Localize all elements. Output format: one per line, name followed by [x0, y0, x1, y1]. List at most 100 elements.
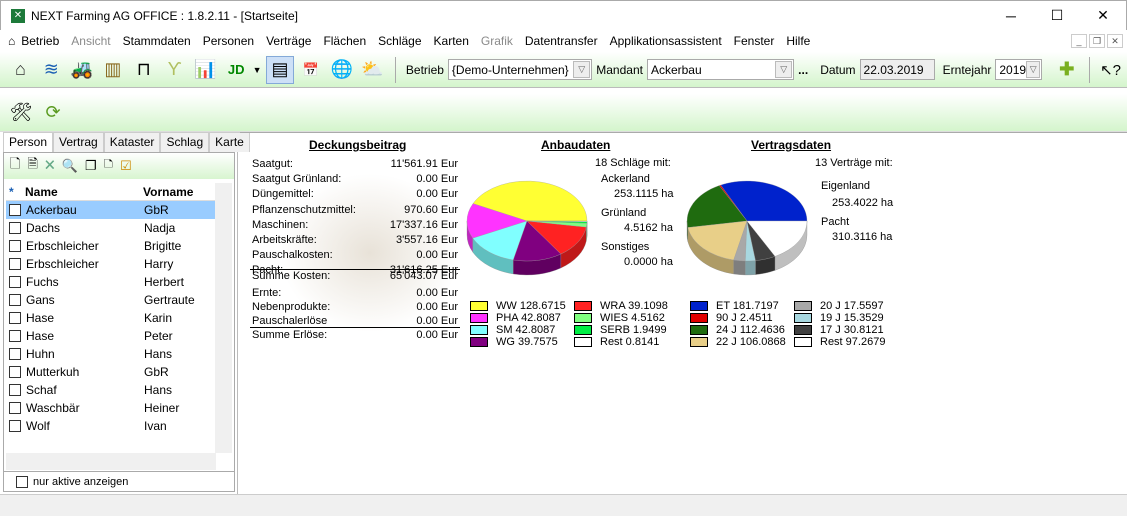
table-row[interactable]: Erbschleicher Harry [6, 255, 232, 273]
anbaudaten-pie-chart [466, 180, 588, 276]
tab-vertrag[interactable]: Vertrag [53, 132, 104, 152]
tools-icon[interactable]: 🛠 [6, 99, 36, 127]
wheat-icon[interactable]: ϒ [160, 56, 189, 84]
row-checkbox[interactable] [9, 420, 21, 432]
new-icon[interactable]: 🗋 [10, 155, 20, 177]
row-checkbox[interactable] [9, 330, 21, 342]
chevron-down-icon[interactable]: ▽ [775, 61, 793, 78]
table-row[interactable]: Dachs Nadja [6, 219, 232, 237]
pallet-icon[interactable]: ⊓ [129, 56, 158, 84]
more-button[interactable]: ... [798, 63, 808, 77]
menu-hilfe[interactable]: Hilfe [780, 34, 816, 48]
menu-applikationsassistent[interactable]: Applikationsassistent [604, 34, 728, 48]
row-checkbox[interactable] [9, 294, 21, 306]
menu-bar: ⌂ Betrieb Ansicht Stammdaten Personen Verträ… [0, 30, 1127, 52]
mdi-minimize[interactable]: _ [1071, 34, 1087, 48]
charts-icon[interactable]: 📊 [191, 56, 220, 84]
refresh-icon[interactable]: ⟳ [38, 99, 68, 127]
row-checkbox[interactable] [9, 348, 21, 360]
active-only-checkbox[interactable] [16, 475, 28, 488]
table-row[interactable]: Hase Karin [6, 309, 232, 327]
book-icon[interactable]: ▤ [265, 55, 295, 84]
menu-grafik[interactable]: Grafik [475, 34, 519, 48]
legend-swatch [470, 313, 488, 323]
row-checkbox[interactable] [9, 366, 21, 378]
mdi-close[interactable]: ✕ [1107, 34, 1123, 48]
row-checkbox[interactable] [9, 312, 21, 324]
layers-icon[interactable]: ≋ [37, 56, 66, 84]
tab-person[interactable]: Person [3, 132, 54, 153]
tab-schlag[interactable]: Schlag [160, 132, 210, 152]
chevron-down-icon[interactable]: ▽ [573, 61, 591, 78]
maximize-button[interactable]: ☐ [1034, 7, 1080, 24]
chevron-down-icon[interactable]: ▽ [1026, 61, 1041, 78]
menu-flächen[interactable]: Flächen [317, 34, 372, 48]
table-row[interactable]: Huhn Hans [6, 345, 232, 363]
table-row[interactable]: Erbschleicher Brigitte [6, 237, 232, 255]
menu-personen[interactable]: Personen [197, 34, 260, 48]
row-checkbox[interactable] [9, 222, 21, 234]
datum-field[interactable]: 22.03.2019 [859, 59, 935, 80]
table-row[interactable]: Schaf Hans [6, 381, 232, 399]
betrieb-select[interactable]: {Demo-Unternehmen} ▽ [447, 59, 593, 80]
menu-schläge[interactable]: Schläge [372, 34, 427, 48]
legend-item: 19 J 15.3529 [794, 312, 884, 324]
menu-karten[interactable]: Karten [428, 34, 475, 48]
checklist-icon[interactable]: ☑ [120, 158, 132, 174]
dropdown-arrow-icon[interactable]: ▼ [253, 65, 262, 75]
globe-icon[interactable]: 🌐 [327, 56, 356, 84]
menu-betrieb[interactable]: Betrieb [15, 34, 65, 48]
tractor-icon[interactable]: 🚜 [68, 56, 97, 84]
close-button[interactable]: ✕ [1080, 7, 1126, 24]
cell-name: Schaf [26, 383, 57, 397]
vertical-scrollbar[interactable] [215, 183, 232, 453]
row-checkbox[interactable] [9, 384, 21, 396]
table-row[interactable]: Wolf Ivan [6, 417, 232, 435]
weather-icon[interactable]: ⛅ [358, 56, 387, 84]
menu-ansicht[interactable]: Ansicht [65, 34, 116, 48]
menu-datentransfer[interactable]: Datentransfer [519, 34, 604, 48]
column-header-name[interactable]: Name [25, 185, 143, 199]
home-icon[interactable]: ⌂ [6, 56, 35, 84]
erntejahr-select[interactable]: 2019 ▽ [995, 59, 1043, 80]
value: 0.00 Eur [416, 287, 458, 299]
storage-icon[interactable]: ▥ [98, 56, 127, 84]
search-icon[interactable]: 🔍 [62, 158, 78, 174]
table-row[interactable]: Ackerbau GbR [6, 201, 215, 219]
column-header-vorname[interactable]: Vorname [143, 185, 193, 199]
table-row[interactable]: Mutterkuh GbR [6, 363, 232, 381]
copy-icon[interactable]: ❐ [85, 158, 97, 174]
table-row[interactable]: Waschbär Heiner [6, 399, 232, 417]
delete-icon[interactable]: 🗙 [45, 155, 55, 177]
row-checkbox[interactable] [9, 240, 21, 252]
table-row[interactable]: Fuchs Herbert [6, 273, 232, 291]
help-cursor-icon[interactable]: ↖? [1096, 56, 1125, 84]
menu-verträge[interactable]: Verträge [260, 34, 317, 48]
row-checkbox[interactable] [9, 402, 21, 414]
row-checkbox[interactable] [9, 276, 21, 288]
mandant-label: Mandant [596, 62, 643, 77]
menu-stammdaten[interactable]: Stammdaten [117, 34, 197, 48]
mandant-select[interactable]: Ackerbau ▽ [646, 59, 795, 80]
horizontal-scrollbar[interactable] [6, 453, 216, 470]
row-checkbox[interactable] [9, 258, 21, 270]
jd-icon[interactable]: JD [222, 56, 251, 84]
table-row[interactable]: Hase Peter [6, 327, 232, 345]
add-icon[interactable]: ✚ [1052, 56, 1081, 84]
home-icon[interactable]: ⌂ [8, 34, 15, 48]
cell-vorname: Brigitte [144, 239, 182, 253]
active-only-label: nur aktive anzeigen [33, 475, 129, 488]
mdi-restore[interactable]: ❐ [1089, 34, 1105, 48]
minimize-button[interactable]: ─ [988, 8, 1034, 24]
menu-fenster[interactable]: Fenster [728, 34, 781, 48]
table-row[interactable]: Gans Gertraute [6, 291, 232, 309]
row-checkbox[interactable] [9, 204, 21, 216]
deckungsbeitrag-title: Deckungsbeitrag [309, 138, 407, 152]
legend-swatch [690, 313, 708, 323]
summe-kosten-row: Summe Kosten: 65'043.07 Eur [252, 270, 458, 284]
legend-label: PHA 42.8087 [496, 312, 561, 324]
calendar-icon[interactable]: 📅 [296, 56, 325, 84]
note-icon[interactable]: 🗅 [104, 155, 114, 177]
tab-kataster[interactable]: Kataster [103, 132, 161, 152]
edit-icon[interactable]: 🗎 [27, 155, 37, 177]
